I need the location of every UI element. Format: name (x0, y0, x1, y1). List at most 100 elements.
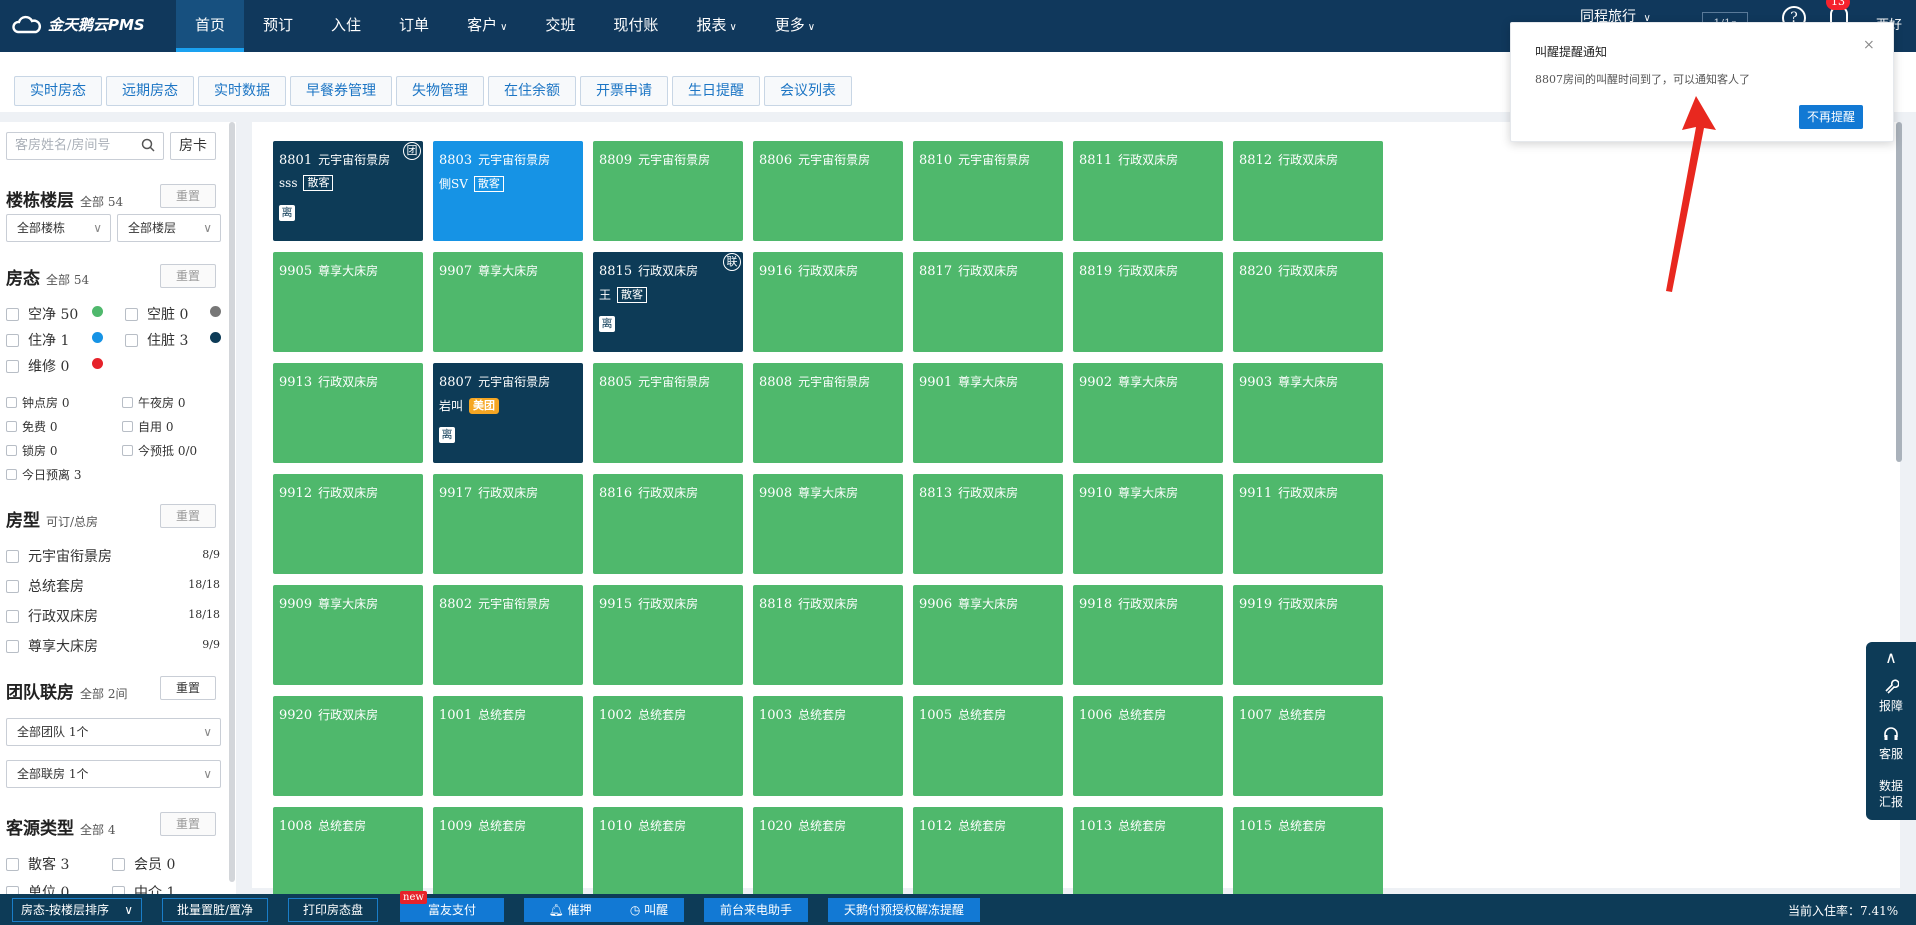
batch-clean-button[interactable]: 批量置脏/置净 (162, 898, 268, 922)
room-card-1010[interactable]: 1010 总统套房 (593, 807, 743, 907)
room-card-9908[interactable]: 9908 尊享大床房 (753, 474, 903, 574)
logo[interactable]: 金天鹅云PMS (12, 14, 145, 35)
room-card-8813[interactable]: 8813 行政双床房 (913, 474, 1063, 574)
checkbox[interactable] (6, 579, 19, 593)
room-type-filter-1[interactable]: 总统套房 (6, 576, 84, 596)
room-card-9902[interactable]: 9902 尊享大床房 (1073, 363, 1223, 463)
tab-5[interactable]: 在住余额 (488, 76, 576, 106)
room-card-9915[interactable]: 9915 行政双床房 (593, 585, 743, 685)
room-card-1002[interactable]: 1002 总统套房 (593, 696, 743, 796)
room-card-1020[interactable]: 1020 总统套房 (753, 807, 903, 907)
tab-8[interactable]: 会议列表 (764, 76, 852, 106)
room-card-1006[interactable]: 1006 总统套房 (1073, 696, 1223, 796)
tab-4[interactable]: 失物管理 (396, 76, 484, 106)
checkbox[interactable] (6, 639, 19, 653)
source-reset-button[interactable]: 重置 (160, 812, 216, 836)
room-card-1003[interactable]: 1003 总统套房 (753, 696, 903, 796)
room-card-9913[interactable]: 9913 行政双床房 (273, 363, 423, 463)
building-reset-button[interactable]: 重置 (160, 184, 216, 208)
checkbox[interactable] (6, 397, 17, 408)
status-extra-filter-1[interactable]: 午夜房 0 (122, 394, 185, 411)
room-card-8818[interactable]: 8818 行政双床房 (753, 585, 903, 685)
room-card-9920[interactable]: 9920 行政双床房 (273, 696, 423, 796)
room-card-1012[interactable]: 1012 总统套房 (913, 807, 1063, 907)
status-filter-1[interactable]: 空脏 0 (125, 304, 188, 324)
checkbox[interactable] (122, 445, 133, 456)
floor-select[interactable]: 全部楼层 ∨ (117, 214, 221, 242)
tab-2[interactable]: 实时数据 (198, 76, 286, 106)
checkbox[interactable] (125, 307, 138, 321)
room-card-8811[interactable]: 8811 行政双床房 (1073, 141, 1223, 241)
room-card-8802[interactable]: 8802 元宇宙衔景房 (433, 585, 583, 685)
room-card-1009[interactable]: 1009 总统套房 (433, 807, 583, 907)
group-reset-button[interactable]: 重置 (160, 676, 216, 700)
print-board-button[interactable]: 打印房态盘 (288, 898, 378, 922)
tab-3[interactable]: 早餐券管理 (290, 76, 392, 106)
source-filter-1[interactable]: 会员 0 (112, 854, 175, 874)
room-card-8807[interactable]: 8807 元宇宙衔景房 岩叫 美团离 (433, 363, 583, 463)
checkbox[interactable] (6, 609, 19, 623)
status-extra-filter-5[interactable]: 今预抵 0/0 (122, 442, 197, 459)
room-card-8820[interactable]: 8820 行政双床房 (1233, 252, 1383, 352)
tab-1[interactable]: 远期房态 (106, 76, 194, 106)
chevron-up-icon[interactable]: ∧ (1866, 648, 1916, 667)
room-card-9909[interactable]: 9909 尊享大床房 (273, 585, 423, 685)
nav-item-3[interactable]: 订单 (380, 0, 448, 52)
room-card-8801[interactable]: 8801 元宇宙衔景房 sss 散客离 团 (273, 141, 423, 241)
room-card-8815[interactable]: 8815 行政双床房王散客离 联 (593, 252, 743, 352)
room-card-9901[interactable]: 9901 尊享大床房 (913, 363, 1063, 463)
room-card-1005[interactable]: 1005 总统套房 (913, 696, 1063, 796)
room-card-8816[interactable]: 8816 行政双床房 (593, 474, 743, 574)
nav-item-7[interactable]: 报表 ∨ (677, 0, 755, 52)
checkbox[interactable] (6, 333, 19, 347)
status-extra-filter-2[interactable]: 免费 0 (6, 418, 57, 435)
room-type-filter-0[interactable]: 元宇宙衔景房 (6, 546, 112, 566)
room-card-button[interactable]: 房卡 (170, 132, 216, 160)
checkbox[interactable] (112, 857, 125, 871)
source-filter-0[interactable]: 散客 3 (6, 854, 69, 874)
room-card-9916[interactable]: 9916 行政双床房 (753, 252, 903, 352)
nav-item-8[interactable]: 更多 ∨ (756, 0, 834, 52)
dismiss-reminder-button[interactable]: 不再提醒 (1799, 105, 1863, 129)
room-type-reset-button[interactable]: 重置 (160, 504, 216, 528)
data-report-button[interactable]: 数据 汇报 (1866, 778, 1916, 810)
room-card-9903[interactable]: 9903 尊享大床房 (1233, 363, 1383, 463)
urge-deposit-button[interactable]: 🔔︎ 催押 (524, 898, 616, 922)
checkbox[interactable] (122, 421, 133, 432)
room-card-1015[interactable]: 1015 总统套房 (1233, 807, 1383, 907)
checkbox[interactable] (6, 359, 19, 373)
wake-call-button[interactable]: ◷ 叫醒 (614, 898, 684, 922)
room-card-9917[interactable]: 9917 行政双床房 (433, 474, 583, 574)
checkbox[interactable] (112, 885, 125, 894)
status-filter-2[interactable]: 住净 1 (6, 330, 69, 350)
search-input[interactable]: 客房姓名/房间号 (6, 132, 164, 160)
preauth-reminder-button[interactable]: 天鹅付预授权解冻提醒 (828, 898, 980, 922)
checkbox[interactable] (6, 307, 19, 321)
room-card-8817[interactable]: 8817 行政双床房 (913, 252, 1063, 352)
call-assistant-button[interactable]: 前台来电助手 (704, 898, 808, 922)
status-extra-filter-4[interactable]: 锁房 0 (6, 442, 57, 459)
room-card-1001[interactable]: 1001 总统套房 (433, 696, 583, 796)
checkbox[interactable] (6, 469, 17, 480)
room-type-filter-2[interactable]: 行政双床房 (6, 606, 98, 626)
customer-service-button[interactable]: 客服 (1866, 726, 1916, 762)
nav-item-6[interactable]: 现付账 (594, 0, 677, 52)
main-scrollbar[interactable] (1896, 122, 1902, 462)
room-card-8809[interactable]: 8809 元宇宙衔景房 (593, 141, 743, 241)
building-select[interactable]: 全部楼栋 ∨ (6, 214, 111, 242)
search-icon[interactable] (141, 138, 155, 152)
checkbox[interactable] (6, 549, 19, 563)
source-filter-3[interactable]: 中介 1 (112, 882, 175, 894)
source-filter-2[interactable]: 单位 0 (6, 882, 69, 894)
room-card-8803[interactable]: 8803 元宇宙衔景房 側SV 散客 (433, 141, 583, 241)
room-card-9905[interactable]: 9905 尊享大床房 (273, 252, 423, 352)
status-filter-3[interactable]: 住脏 3 (125, 330, 188, 350)
room-card-1007[interactable]: 1007 总统套房 (1233, 696, 1383, 796)
checkbox[interactable] (6, 445, 17, 456)
room-card-9906[interactable]: 9906 尊享大床房 (913, 585, 1063, 685)
room-card-9918[interactable]: 9918 行政双床房 (1073, 585, 1223, 685)
nav-item-1[interactable]: 预订 (244, 0, 312, 52)
room-card-8810[interactable]: 8810 元宇宙衔景房 (913, 141, 1063, 241)
status-extra-filter-6[interactable]: 今日预离 3 (6, 466, 81, 483)
room-card-9911[interactable]: 9911 行政双床房 (1233, 474, 1383, 574)
